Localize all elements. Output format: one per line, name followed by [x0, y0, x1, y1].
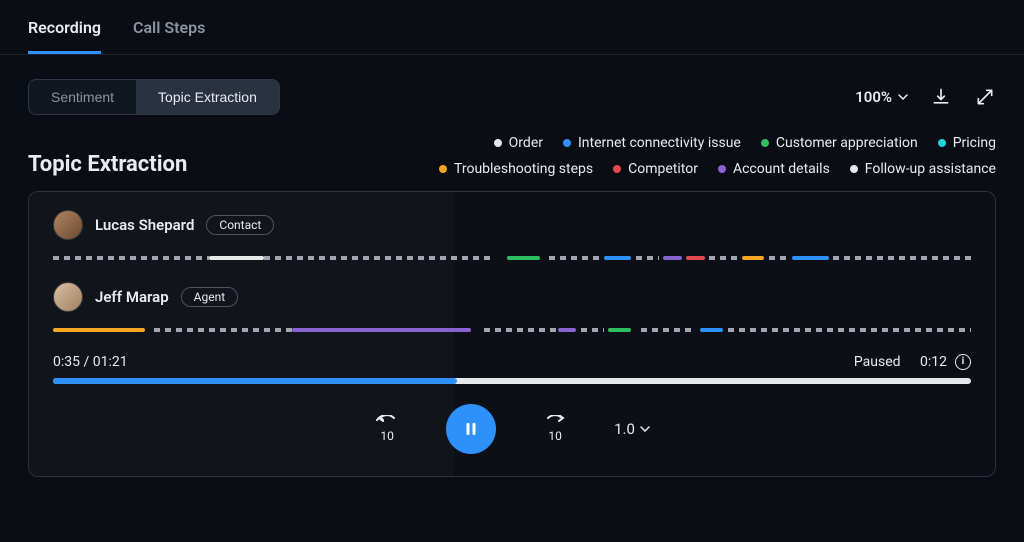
sentiment-tab-button[interactable]: Sentiment — [29, 80, 136, 114]
legend-dot — [439, 165, 447, 173]
rewind-10-button[interactable]: 10 — [374, 415, 400, 443]
legend-dot — [850, 165, 858, 173]
track-gap — [728, 328, 971, 332]
section-title: Topic Extraction — [28, 152, 187, 177]
legend-label: Internet connectivity issue — [578, 135, 741, 151]
track-segment — [686, 256, 704, 260]
legend-label: Customer appreciation — [776, 135, 918, 151]
topic-extraction-tab-button[interactable]: Topic Extraction — [136, 80, 279, 114]
legend-dot — [761, 139, 769, 147]
track-segment — [700, 328, 723, 332]
timeline-track[interactable] — [53, 328, 971, 334]
zoom-value: 100% — [855, 88, 892, 106]
tab-recording[interactable]: Recording — [28, 18, 101, 54]
speaker-block: Lucas Shepard Contact — [53, 210, 971, 262]
track-segment — [792, 256, 829, 260]
tab-call-steps[interactable]: Call Steps — [133, 18, 205, 54]
download-button[interactable] — [930, 86, 952, 108]
track-segment — [292, 328, 471, 332]
track-segment — [663, 256, 681, 260]
track-gap — [154, 328, 292, 332]
legend-item: Internet connectivity issue — [563, 135, 741, 151]
pause-icon — [462, 420, 480, 438]
zoom-dropdown[interactable]: 100% — [855, 88, 908, 106]
info-icon[interactable] — [955, 354, 971, 370]
track-segment — [604, 256, 632, 260]
speaker-header: Lucas Shepard Contact — [53, 210, 971, 240]
track-segment — [558, 328, 576, 332]
speaker-header: Jeff Marap Agent — [53, 282, 971, 312]
track-gap — [264, 256, 494, 260]
legend-item: Pricing — [938, 135, 996, 151]
progress-bar[interactable] — [53, 378, 971, 384]
track-segment — [742, 256, 765, 260]
legend-label: Account details — [733, 161, 830, 177]
track-gap — [484, 328, 557, 332]
legend-dot — [613, 165, 621, 173]
legend-label: Order — [509, 135, 543, 151]
playback-speed-dropdown[interactable]: 1.0 — [614, 420, 650, 438]
track-gap — [833, 256, 971, 260]
elapsed-time: 0:35 / 01:21 — [53, 354, 128, 370]
track-gap — [636, 256, 659, 260]
track-gap — [549, 256, 604, 260]
toolbar: Sentiment Topic Extraction 100% — [0, 55, 1024, 135]
track-segment — [608, 328, 631, 332]
legend-label: Follow-up assistance — [865, 161, 996, 177]
track-gap — [53, 256, 209, 260]
legend-item: Troubleshooting steps — [439, 161, 593, 177]
track-segment — [507, 256, 539, 260]
avatar — [53, 210, 83, 240]
timeline-panel: Lucas Shepard Contact Jeff Marap Agent 0:35… — [28, 191, 996, 477]
track-gap — [769, 256, 787, 260]
expand-button[interactable] — [974, 86, 996, 108]
role-badge: Agent — [181, 287, 238, 307]
view-segmented-control: Sentiment Topic Extraction — [28, 79, 280, 115]
legend-dot — [563, 139, 571, 147]
forward-10-button[interactable]: 10 — [542, 415, 568, 443]
top-tabs: Recording Call Steps — [0, 0, 1024, 55]
track-gap — [581, 328, 604, 332]
chevron-down-icon — [898, 94, 908, 100]
legend-dot — [718, 165, 726, 173]
legend-label: Competitor — [628, 161, 698, 177]
play-pause-button[interactable] — [446, 404, 496, 454]
download-icon — [931, 87, 951, 107]
legend-item: Account details — [718, 161, 830, 177]
track-segment — [53, 328, 145, 332]
track-gap — [709, 256, 737, 260]
legend-item: Competitor — [613, 161, 698, 177]
progress-fill — [53, 378, 457, 384]
speaker-block: Jeff Marap Agent — [53, 282, 971, 334]
track-gap — [641, 328, 696, 332]
legend-item: Follow-up assistance — [850, 161, 996, 177]
legend-dot — [494, 139, 502, 147]
role-badge: Contact — [206, 215, 274, 235]
legend-dot — [938, 139, 946, 147]
legend-label: Pricing — [953, 135, 996, 151]
speaker-name: Jeff Marap — [95, 288, 169, 306]
legend-item: Customer appreciation — [761, 135, 918, 151]
track-segment — [209, 256, 264, 260]
avatar — [53, 282, 83, 312]
legend-label: Troubleshooting steps — [454, 161, 593, 177]
expand-icon — [975, 87, 995, 107]
legend: Order Internet connectivity issue Customer… — [356, 135, 996, 177]
paused-status: Paused 0:12 — [854, 354, 971, 370]
speaker-name: Lucas Shepard — [95, 216, 194, 234]
timeline-track[interactable] — [53, 256, 971, 262]
legend-item: Order — [494, 135, 543, 151]
chevron-down-icon — [640, 426, 650, 432]
